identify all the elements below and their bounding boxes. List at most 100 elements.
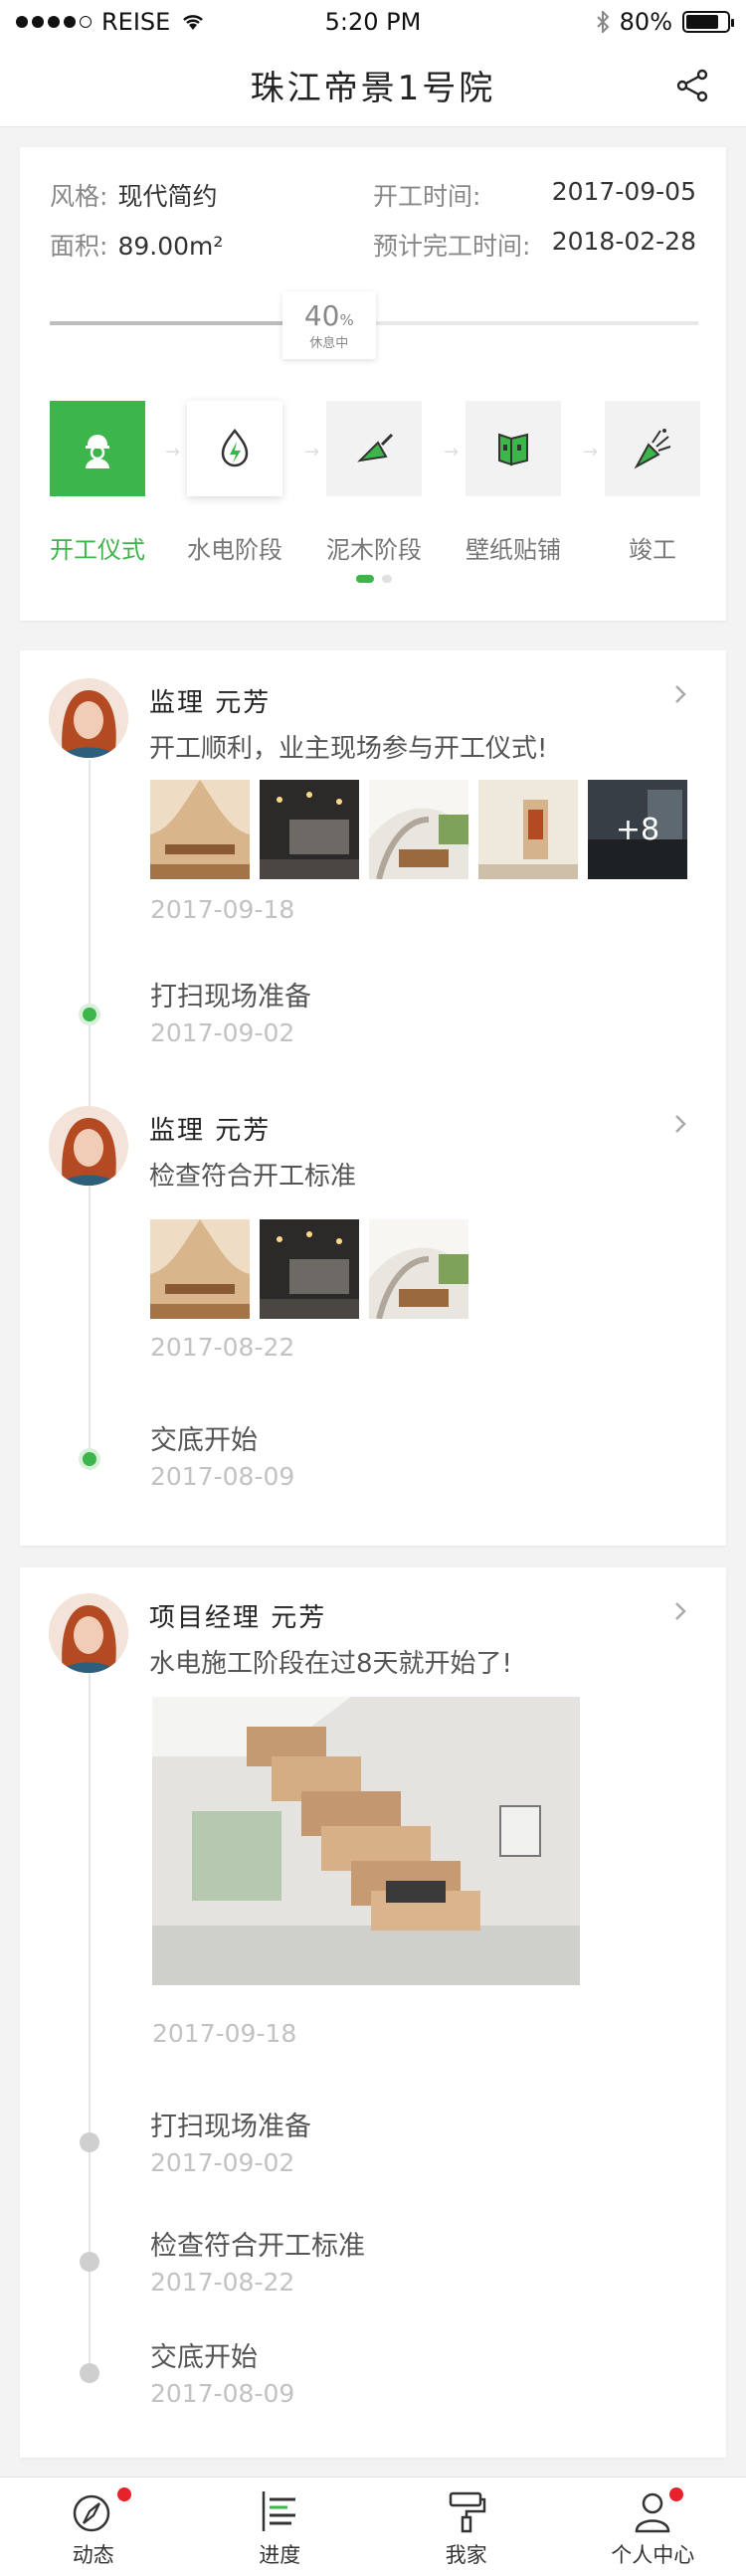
notification-badge: [117, 2487, 131, 2501]
photo-thumbnail[interactable]: [150, 1219, 250, 1319]
progress-status: 休息中: [309, 336, 349, 351]
post-date: 2017-08-22: [150, 1333, 295, 1362]
event-title: 打扫现场准备: [150, 982, 311, 1012]
stage-wallpaper[interactable]: 壁纸贴铺: [466, 401, 561, 564]
event-date: 2017-08-09: [150, 2379, 295, 2408]
chevron-right-icon[interactable]: [670, 684, 690, 704]
carrier-name: REISE: [101, 8, 171, 36]
clock: 5:20 PM: [324, 8, 422, 36]
event-title: 打扫现场准备: [150, 2112, 311, 2142]
page-title: 珠江帝景1号院: [250, 69, 496, 108]
event-title: 交底开始: [150, 2342, 258, 2373]
compass-icon: [73, 2494, 109, 2532]
post-text: 水电施工阶段在过8天就开始了!: [149, 1649, 512, 1679]
stage-water-electric[interactable]: 水电阶段: [187, 401, 282, 564]
event-title: 交底开始: [150, 1425, 258, 1456]
post-text: 检查符合开工标准: [149, 1162, 357, 1192]
timeline-line: [89, 1667, 91, 2383]
bluetooth-icon: [596, 11, 610, 33]
trowel-icon: [326, 401, 422, 496]
tab-home[interactable]: 我家: [373, 2478, 560, 2576]
timeline-node: [80, 2252, 99, 2272]
stage-label: 壁纸贴铺: [466, 536, 561, 564]
activity-card: 项目经理 元芳 水电施工阶段在过8天就开始了! 2017-09-18 打扫现场准…: [20, 1567, 726, 2458]
stage-kickoff[interactable]: 开工仪式: [50, 401, 145, 564]
photo-thumbnail[interactable]: [478, 780, 578, 879]
nav-bar: 珠江帝景1号院: [0, 44, 746, 127]
post-date: 2017-09-18: [152, 2019, 297, 2048]
event-date: 2017-09-02: [150, 2148, 295, 2177]
stage-complete[interactable]: 竣工: [605, 401, 700, 564]
share-icon[interactable]: [674, 68, 710, 103]
finish-label: 预计完工时间:: [373, 232, 531, 261]
chevron-right-icon[interactable]: [670, 1114, 690, 1134]
start-value: 2017-09-05: [551, 177, 696, 206]
status-bar: REISE 5:20 PM 80%: [0, 0, 746, 44]
photo-large[interactable]: [152, 1697, 580, 1985]
area-value: 89.00m²: [117, 232, 224, 261]
timeline-node: [83, 1008, 96, 1021]
post-author: 监理 元芳: [149, 1116, 272, 1146]
tab-profile[interactable]: 个人中心: [560, 2478, 746, 2576]
area-label: 面积:: [50, 232, 108, 261]
event-date: 2017-09-02: [150, 1018, 295, 1047]
style-value: 现代简约: [117, 182, 218, 211]
celebration-icon: [605, 401, 700, 496]
start-row: 开工时间: 2017-09-05: [373, 177, 696, 213]
wallpaper-icon: [466, 401, 561, 496]
battery-percent: 80%: [619, 8, 672, 36]
arrow-icon: →: [165, 442, 181, 462]
photo-thumbnail[interactable]: [260, 1219, 359, 1319]
area-row: 面积: 89.00m²: [50, 227, 223, 263]
tab-label: 动态: [72, 2543, 114, 2567]
avatar[interactable]: [49, 678, 128, 758]
event-date: 2017-08-22: [150, 2268, 295, 2297]
timeline-node: [80, 2132, 99, 2152]
progress-list-icon: [263, 2491, 296, 2531]
stage-wood[interactable]: 泥木阶段: [326, 401, 422, 564]
event-date: 2017-08-09: [150, 1462, 295, 1491]
post-text: 开工顺利，业主现场参与开工仪式!: [149, 734, 548, 764]
post-date: 2017-09-18: [150, 895, 295, 924]
photo-thumbnail[interactable]: [150, 780, 250, 879]
timeline-node: [80, 2363, 99, 2383]
tab-activity[interactable]: 动态: [0, 2478, 187, 2576]
finish-value: 2018-02-28: [551, 227, 696, 256]
tab-label: 进度: [259, 2543, 301, 2567]
tab-label: 我家: [445, 2543, 487, 2567]
tab-label: 个人中心: [611, 2543, 695, 2567]
photo-thumbnail[interactable]: [260, 780, 359, 879]
arrow-icon: →: [583, 442, 599, 462]
start-label: 开工时间:: [373, 182, 481, 211]
arrow-icon: →: [304, 442, 320, 462]
avatar[interactable]: [49, 1106, 128, 1186]
tab-bar: 动态 进度 我家 个人中心: [0, 2477, 746, 2576]
style-label: 风格:: [50, 182, 108, 211]
stage-label: 开工仪式: [50, 536, 145, 564]
photo-thumbnail-more[interactable]: +8: [588, 780, 687, 879]
style-row: 风格: 现代简约: [50, 177, 217, 213]
chevron-right-icon[interactable]: [670, 1601, 690, 1621]
battery-icon: [682, 11, 734, 33]
post-author: 监理 元芳: [149, 688, 272, 718]
activity-card: 监理 元芳 开工顺利，业主现场参与开工仪式! +8 2017-09-18 打扫现…: [20, 650, 726, 1546]
arrow-icon: →: [444, 442, 460, 462]
post-author: 项目经理 元芳: [149, 1603, 327, 1633]
tab-progress[interactable]: 进度: [187, 2478, 374, 2576]
avatar[interactable]: [49, 1593, 128, 1673]
notification-badge: [668, 2487, 683, 2501]
stage-label: 水电阶段: [187, 536, 282, 564]
signal-icon: [16, 16, 92, 28]
finish-row: 预计完工时间: 2018-02-28: [373, 227, 696, 263]
progress-fill: [50, 321, 309, 325]
paint-roller-icon: [449, 2491, 485, 2533]
progress-unit: %: [339, 311, 354, 329]
page-indicator: [356, 575, 392, 583]
wifi-icon: [183, 15, 204, 30]
project-info-card: 风格: 现代简约 面积: 89.00m² 开工时间: 2017-09-05 预计完工时…: [20, 147, 726, 621]
timeline-node: [83, 1452, 96, 1466]
photo-thumbnail[interactable]: [369, 780, 468, 879]
stage-label: 竣工: [629, 536, 676, 564]
photo-thumbnail[interactable]: [369, 1219, 468, 1319]
water-electric-icon: [187, 401, 282, 496]
